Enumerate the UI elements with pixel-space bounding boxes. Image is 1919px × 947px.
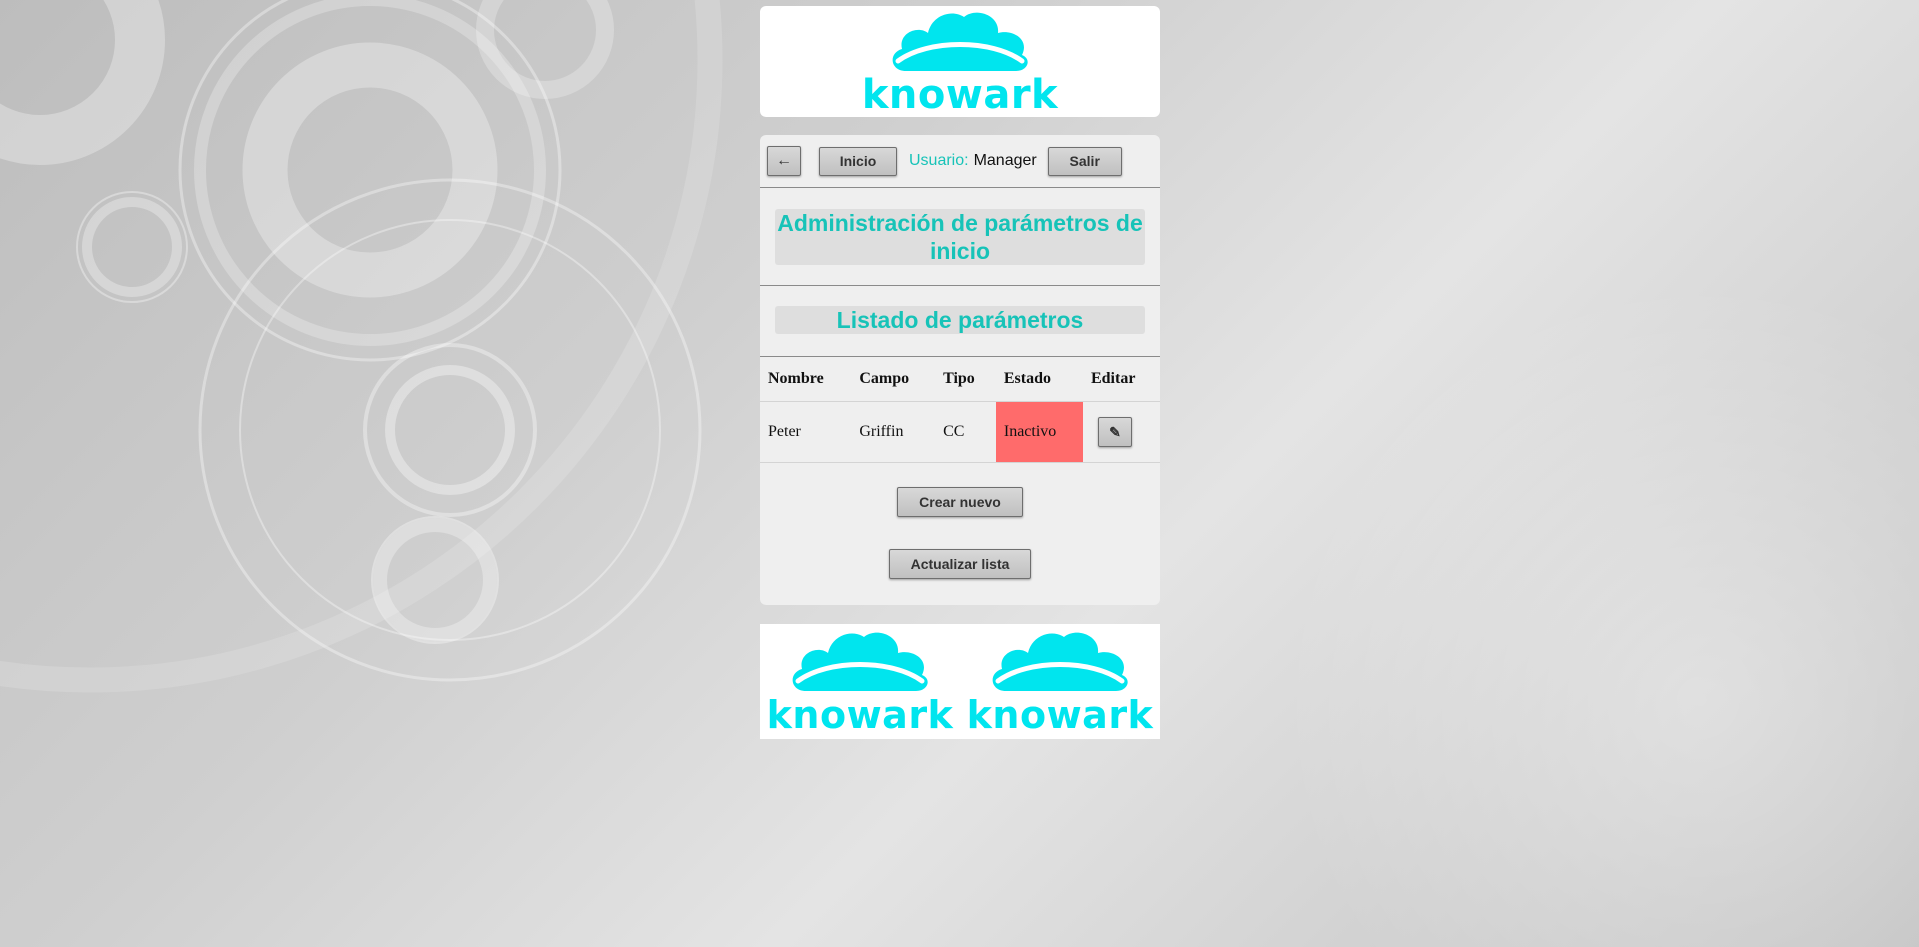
cloud-icon	[892, 12, 1028, 71]
home-button[interactable]: Inicio	[819, 146, 897, 176]
arrow-left-icon: ←	[776, 152, 792, 169]
cell-editar: ✎	[1082, 401, 1160, 463]
header-logo-card: knowark	[760, 6, 1160, 117]
logo-text: knowark	[766, 692, 954, 737]
footer-logo-right: knowark	[967, 629, 1154, 735]
column-header-nombre: Nombre	[768, 370, 824, 387]
table-row: Peter Griffin CC Inactivo ✎	[760, 401, 1160, 463]
edit-button[interactable]: ✎	[1097, 417, 1132, 447]
title-section: Administración de parámetros de inicio	[760, 188, 1160, 286]
footer-logo-left: knowark	[767, 629, 954, 735]
cell-campo: Griffin	[851, 401, 936, 463]
cell-estado: Inactivo	[995, 401, 1083, 463]
actions: Crear nuevo Actualizar lista	[760, 463, 1160, 579]
refresh-list-button[interactable]: Actualizar lista	[889, 549, 1031, 579]
user-name: Manager	[973, 152, 1037, 169]
cloud-icon	[792, 632, 928, 691]
column-header-editar: Editar	[1090, 370, 1136, 387]
logout-button[interactable]: Salir	[1047, 146, 1122, 176]
logo-text: knowark	[861, 71, 1059, 118]
column-header-campo: Campo	[859, 370, 910, 387]
list-title-section: Listado de parámetros	[760, 286, 1160, 357]
table-header-row: Nombre Campo Tipo Estado Editar	[760, 357, 1160, 402]
pencil-icon: ✎	[1109, 423, 1121, 440]
back-button[interactable]: ←	[767, 146, 801, 176]
create-new-button[interactable]: Crear nuevo	[897, 487, 1023, 517]
cell-nombre: Peter	[760, 401, 852, 463]
main-panel: ← Inicio Usuario: Manager Salir Administ…	[760, 135, 1160, 605]
cloud-icon	[992, 632, 1128, 691]
footer-logos: knowark knowark	[760, 624, 1160, 739]
navigation-bar: ← Inicio Usuario: Manager Salir	[760, 135, 1160, 188]
user-label: Usuario:	[909, 152, 969, 169]
knowark-logo: knowark	[862, 9, 1058, 115]
column-header-tipo: Tipo	[943, 370, 975, 387]
column-header-estado: Estado	[1003, 370, 1051, 387]
logo-text: knowark	[966, 692, 1154, 737]
list-title: Listado de parámetros	[775, 306, 1145, 334]
parameters-table: Nombre Campo Tipo Estado Editar Peter Gr…	[760, 357, 1160, 463]
page-title: Administración de parámetros de inicio	[775, 209, 1145, 265]
cell-tipo: CC	[935, 401, 996, 463]
